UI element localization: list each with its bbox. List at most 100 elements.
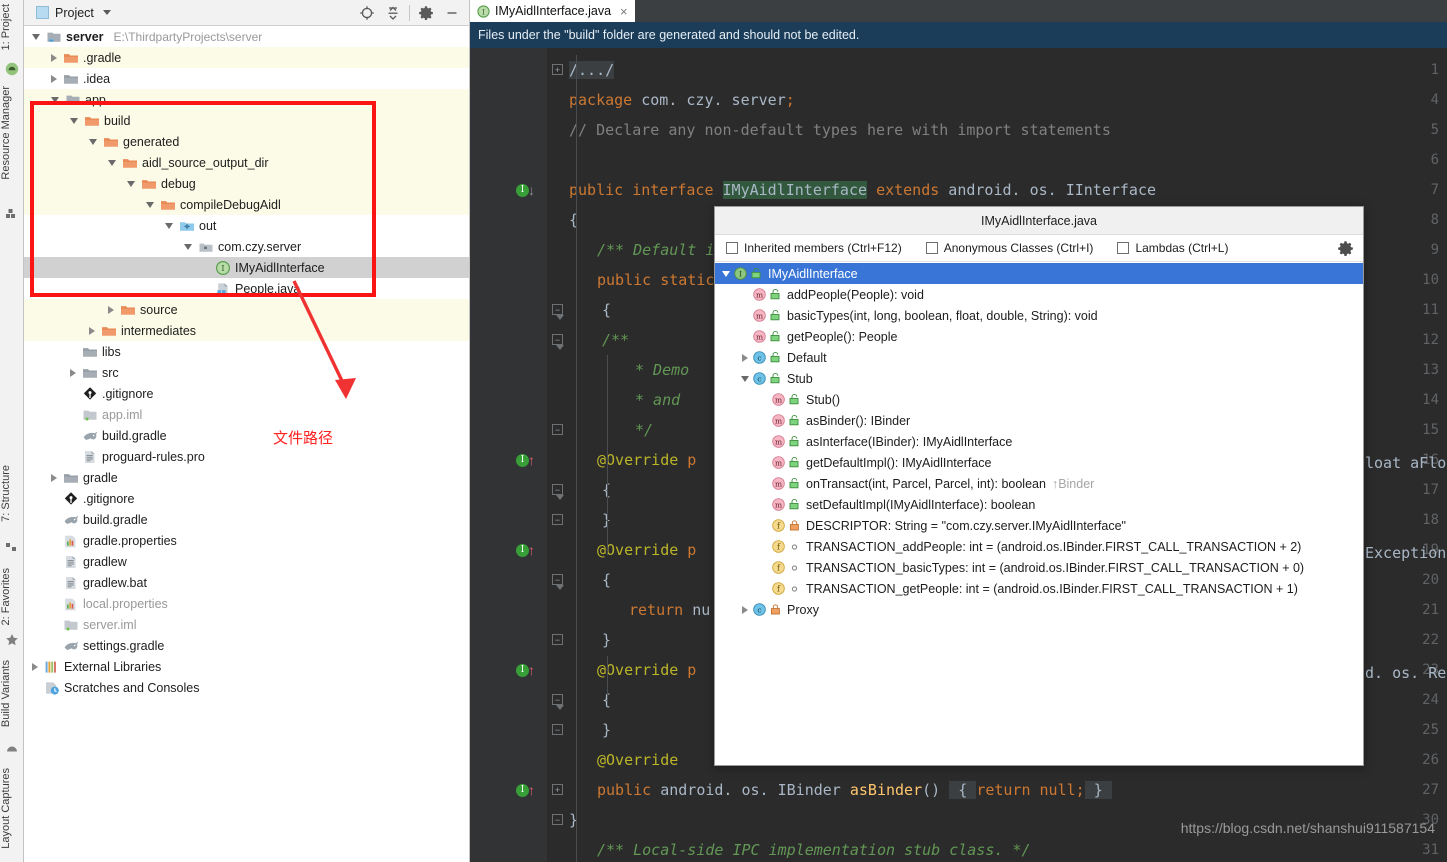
tool-tab-layout-captures[interactable]: Layout Captures [0, 768, 24, 849]
locate-icon[interactable] [354, 0, 380, 26]
code-line[interactable]: @Override p [597, 655, 696, 685]
structure-item[interactable]: f TRANSACTION_addPeople: int = (android.o… [715, 536, 1363, 557]
tree-row[interactable]: aidl_source_output_dir [24, 152, 469, 173]
structure-item[interactable]: c Stub [715, 368, 1363, 389]
twisty-right-icon[interactable] [738, 605, 752, 614]
close-icon[interactable]: × [620, 4, 628, 19]
fold-collapse-icon[interactable]: − [552, 334, 563, 345]
filter-checkbox-1[interactable]: Anonymous Classes (Ctrl+I) [925, 241, 1093, 255]
structure-item[interactable]: m Stub() [715, 389, 1363, 410]
gutter-marker[interactable]: I ↑ [516, 535, 542, 565]
structure-item[interactable]: m asBinder(): IBinder [715, 410, 1363, 431]
code-line[interactable]: } [602, 625, 611, 655]
code-line[interactable]: } [602, 715, 611, 745]
tree-row[interactable]: .idea [24, 68, 469, 89]
structure-item[interactable]: m onTransact(int, Parcel, Parcel, int): b… [715, 473, 1363, 494]
code-line[interactable]: public interface IMyAidlInterface extend… [569, 175, 1156, 205]
twisty-down-icon[interactable] [738, 375, 752, 382]
tree-row[interactable]: J People.java [24, 278, 469, 299]
code-line[interactable]: return nu [629, 595, 710, 625]
fold-expand-icon[interactable]: + [552, 784, 563, 795]
tree-row[interactable]: I IMyAidlInterface [24, 257, 469, 278]
project-selector[interactable]: Project [36, 6, 111, 20]
fold-collapse-icon[interactable]: − [552, 814, 563, 825]
structure-item[interactable]: c Proxy [715, 599, 1363, 620]
structure-item[interactable]: m addPeople(People): void [715, 284, 1363, 305]
code-line[interactable]: { [602, 295, 611, 325]
code-line[interactable]: /** Default i [597, 235, 714, 265]
twisty-right-icon[interactable] [51, 473, 57, 482]
gutter-marker[interactable]: I ↑ [516, 775, 542, 805]
structure-item[interactable]: f TRANSACTION_getPeople: int = (android.o… [715, 578, 1363, 599]
tree-row[interactable]: build [24, 110, 469, 131]
twisty-right-icon[interactable] [51, 74, 57, 83]
code-line[interactable]: @Override p [597, 445, 696, 475]
tree-row[interactable]: source [24, 299, 469, 320]
code-line[interactable]: @Override [597, 745, 678, 775]
structure-item[interactable]: m getPeople(): People [715, 326, 1363, 347]
filter-checkbox-0[interactable]: Inherited members (Ctrl+F12) [726, 241, 902, 255]
tool-tab-favorites[interactable]: 2: Favorites [0, 568, 24, 625]
code-line[interactable]: */ [635, 415, 653, 445]
filter-checkbox-2[interactable]: Lambdas (Ctrl+L) [1117, 241, 1228, 255]
tree-row[interactable]: build.gradle [24, 509, 469, 530]
code-line[interactable]: { [602, 565, 611, 595]
code-line[interactable]: package com. czy. server; [569, 85, 795, 115]
editor-tab-imyaidlinterface[interactable]: I IMyAidlInterface.java × [470, 0, 635, 22]
twisty-down-icon[interactable] [51, 96, 59, 103]
structure-list[interactable]: I IMyAidlInterface m addPeople(People): voi… [715, 263, 1363, 765]
checkbox-icon[interactable] [726, 242, 738, 254]
twisty-right-icon[interactable] [738, 353, 752, 362]
fold-collapse-icon[interactable]: − [552, 304, 563, 315]
code-line[interactable]: /** Local-side IPC implementation stub c… [597, 835, 1030, 862]
tree-row[interactable]: proguard-rules.pro [24, 446, 469, 467]
tool-tab-resource-manager[interactable]: Resource Manager [0, 86, 24, 180]
code-line[interactable]: // Declare any non-default types here wi… [569, 115, 1111, 145]
tree-row[interactable]: Scratches and Consoles [24, 677, 469, 698]
twisty-down-icon[interactable] [70, 117, 78, 124]
fold-collapse-icon[interactable]: − [552, 484, 563, 495]
tree-row[interactable]: server.iml [24, 614, 469, 635]
structure-item[interactable]: m asInterface(IBinder): IMyAidlInterface [715, 431, 1363, 452]
tool-tab-build-variants[interactable]: Build Variants [0, 660, 24, 727]
minimize-icon[interactable] [439, 0, 465, 26]
structure-item[interactable]: f TRANSACTION_basicTypes: int = (android.… [715, 557, 1363, 578]
code-line[interactable]: public android. os. IBinder asBinder() {… [597, 775, 1112, 805]
twisty-down-icon[interactable] [184, 243, 192, 250]
tree-row[interactable]: gradlew.bat [24, 572, 469, 593]
twisty-down-icon[interactable] [146, 201, 154, 208]
code-line[interactable]: * and [635, 385, 680, 415]
structure-item[interactable]: m getDefaultImpl(): IMyAidlInterface [715, 452, 1363, 473]
tree-row[interactable]: build.gradle [24, 425, 469, 446]
tree-row[interactable]: generated [24, 131, 469, 152]
tree-row[interactable]: gradle [24, 467, 469, 488]
tree-row[interactable]: gradlew [24, 551, 469, 572]
tree-row[interactable]: server E:\ThirdpartyProjects\server [24, 26, 469, 47]
tree-row[interactable]: intermediates [24, 320, 469, 341]
checkbox-icon[interactable] [925, 242, 938, 254]
tree-row[interactable]: External Libraries [24, 656, 469, 677]
gear-icon[interactable] [413, 0, 439, 26]
twisty-down-icon[interactable] [127, 180, 135, 187]
twisty-down-icon[interactable] [719, 270, 733, 277]
tree-row[interactable]: src [24, 362, 469, 383]
fold-collapse-icon[interactable]: − [552, 694, 563, 705]
twisty-right-icon[interactable] [32, 662, 38, 671]
tree-row[interactable]: .gitignore [24, 488, 469, 509]
tree-row[interactable]: app [24, 89, 469, 110]
checkbox-icon[interactable] [1117, 242, 1130, 254]
tree-row[interactable]: compileDebugAidl [24, 194, 469, 215]
collapse-all-icon[interactable] [380, 0, 406, 26]
tree-row[interactable]: debug [24, 173, 469, 194]
fold-collapse-icon[interactable]: − [552, 634, 563, 645]
gutter-marker[interactable]: I ↑ [516, 655, 542, 685]
twisty-down-icon[interactable] [165, 222, 173, 229]
twisty-right-icon[interactable] [108, 305, 114, 314]
twisty-down-icon[interactable] [32, 33, 40, 40]
fold-collapse-icon[interactable]: − [552, 724, 563, 735]
tool-tab-project[interactable]: 1: Project [0, 4, 24, 50]
tree-row[interactable]: .gitignore [24, 383, 469, 404]
structure-item[interactable]: m basicTypes(int, long, boolean, float, d… [715, 305, 1363, 326]
twisty-right-icon[interactable] [70, 368, 76, 377]
structure-item[interactable]: I IMyAidlInterface [715, 263, 1363, 284]
